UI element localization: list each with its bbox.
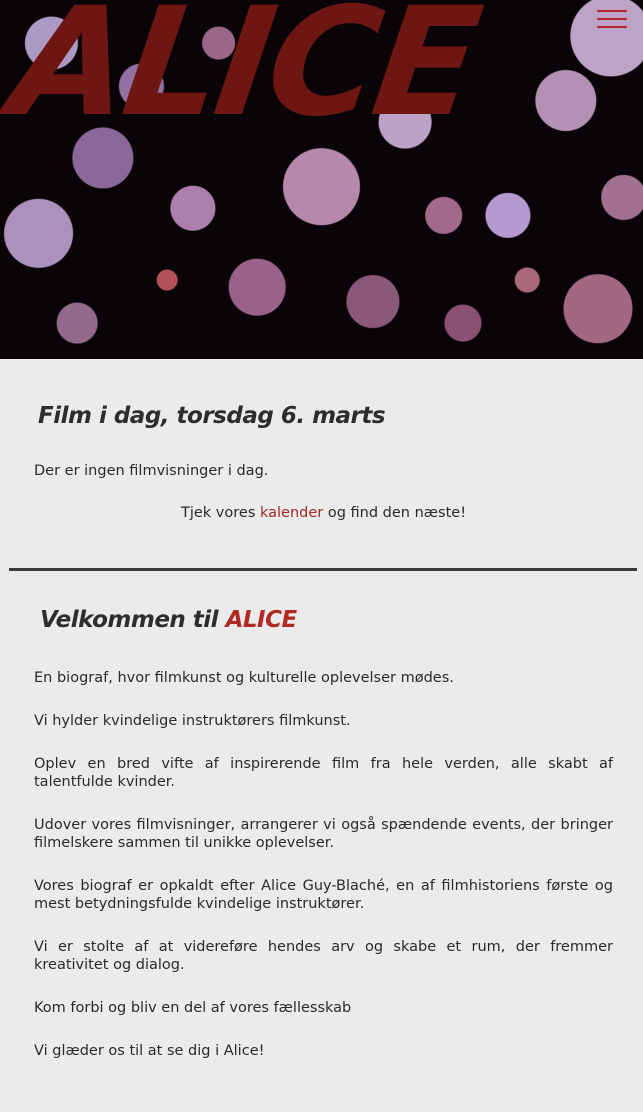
welcome-paragraph: Vores biograf er opkaldt efter Alice Guy…: [34, 878, 613, 912]
welcome-heading: Velkommen til ALICE: [40, 571, 613, 633]
no-screenings-message: Der er ingen filmvisninger i dag.: [34, 463, 269, 479]
hamburger-menu-icon[interactable]: [597, 10, 627, 28]
welcome-heading-prefix: Velkommen til: [40, 607, 226, 633]
welcome-paragraph: Udover vores filmvisninger, arrangerer v…: [34, 817, 613, 851]
welcome-heading-brand: ALICE: [225, 607, 298, 633]
cta-prefix: Tjek vores: [180, 505, 260, 521]
welcome-section: Velkommen til ALICE En biograf, hvor fil…: [0, 571, 643, 1060]
welcome-paragraph: Oplev en bred vifte af inspirerende film…: [34, 756, 613, 790]
welcome-paragraph: Vi er stolte af at videreføre hendes arv…: [34, 939, 613, 973]
site-logo-title[interactable]: ALICE: [2, 0, 486, 150]
today-heading: Film i dag, torsdag 6. marts: [38, 403, 386, 429]
welcome-paragraph: Vi hylder kvindelige instruktørers filmk…: [34, 713, 351, 729]
calendar-link[interactable]: kalender: [260, 505, 323, 521]
welcome-paragraph: Vi glæder os til at se dig i Alice!: [34, 1043, 265, 1059]
today-section: Film i dag, torsdag 6. marts Der er inge…: [0, 359, 643, 521]
menu-line: [597, 26, 627, 28]
menu-line: [597, 10, 627, 12]
menu-line: [597, 18, 627, 20]
welcome-paragraph: En biograf, hvor filmkunst og kulturelle…: [34, 670, 454, 686]
calendar-cta: Tjek vores kalender og find den næste!: [34, 505, 613, 521]
welcome-paragraph: Kom forbi og bliv en del af vores fælles…: [34, 1000, 352, 1016]
cta-suffix: og find den næste!: [323, 505, 467, 521]
hero-banner: ALICE: [0, 0, 643, 359]
